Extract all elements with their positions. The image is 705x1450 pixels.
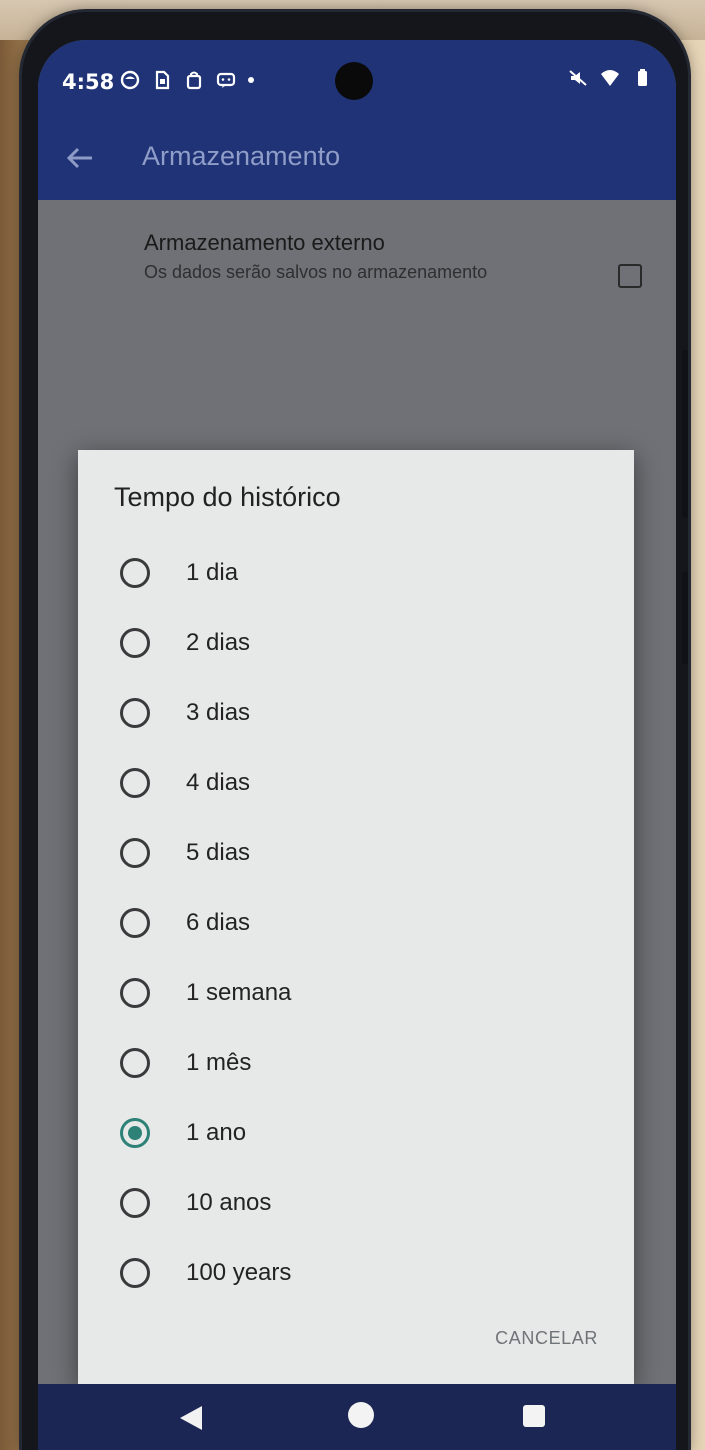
wifi-icon	[600, 68, 620, 88]
battery-icon	[632, 68, 652, 88]
option-1-ano[interactable]: 1 ano	[78, 1100, 634, 1166]
arrow-left-icon[interactable]	[64, 142, 96, 174]
side-button	[682, 350, 688, 444]
notification-app-icon	[120, 70, 140, 90]
recents-icon[interactable]	[523, 1405, 545, 1427]
side-button	[682, 442, 688, 518]
more-notifications-dot-icon	[248, 77, 254, 83]
option-label: 3 dias	[186, 699, 251, 726]
option-3-dias[interactable]: 3 dias	[78, 680, 634, 746]
radio-button[interactable]	[120, 698, 150, 728]
phone-frame: 4:58 Armazenamento Armazenamento externo…	[22, 12, 688, 1450]
preference-summary: Os dados serão salvos no armazenamento	[144, 262, 488, 282]
mute-icon	[568, 68, 588, 88]
option-100-years[interactable]: 100 years	[78, 1240, 634, 1306]
front-camera	[335, 62, 373, 100]
radio-button[interactable]	[120, 628, 150, 658]
shopping-bag-icon	[184, 70, 204, 90]
radio-button[interactable]	[120, 978, 150, 1008]
back-icon[interactable]	[180, 1406, 202, 1430]
option-label: 4 dias	[186, 769, 251, 796]
status-icons-left	[120, 70, 254, 90]
option-label: 1 semana	[186, 979, 292, 1006]
radio-button[interactable]	[120, 1258, 150, 1288]
option-label: 1 mês	[186, 1049, 252, 1076]
history-time-dialog: Tempo do histórico 1 dia 2 dias 3 dias 4…	[78, 450, 634, 1385]
option-4-dias[interactable]: 4 dias	[78, 750, 634, 816]
sim-card-icon	[152, 70, 172, 90]
option-label: 5 dias	[186, 839, 251, 866]
option-1-dia[interactable]: 1 dia	[78, 540, 634, 606]
radio-button[interactable]	[120, 558, 150, 588]
radio-button[interactable]	[120, 1048, 150, 1078]
option-5-dias[interactable]: 5 dias	[78, 820, 634, 886]
cancel-button[interactable]: CANCELAR	[495, 1328, 598, 1349]
radio-button-selected[interactable]	[120, 1118, 150, 1148]
option-1-mes[interactable]: 1 mês	[78, 1030, 634, 1096]
preference-checkbox[interactable]	[618, 264, 642, 288]
option-label: 2 dias	[186, 629, 251, 656]
screen: 4:58 Armazenamento Armazenamento externo…	[38, 40, 676, 1450]
option-label: 6 dias	[186, 909, 251, 936]
option-1-semana[interactable]: 1 semana	[78, 960, 634, 1026]
radio-button[interactable]	[120, 838, 150, 868]
option-10-anos[interactable]: 10 anos	[78, 1170, 634, 1236]
radio-button[interactable]	[120, 1188, 150, 1218]
app-bar: Armazenamento	[38, 116, 676, 200]
preference-title: Armazenamento externo	[144, 230, 385, 255]
option-2-dias[interactable]: 2 dias	[78, 610, 634, 676]
message-icon	[216, 70, 236, 90]
navigation-bar	[38, 1384, 676, 1450]
home-icon[interactable]	[348, 1402, 374, 1428]
status-icons-right	[568, 68, 652, 88]
settings-content: Armazenamento externo Os dados serão sal…	[38, 200, 676, 1385]
option-label: 1 dia	[186, 559, 239, 586]
radio-button[interactable]	[120, 908, 150, 938]
status-time: 4:58	[62, 70, 115, 94]
side-button	[682, 572, 688, 664]
status-bar: 4:58	[38, 40, 676, 116]
option-6-dias[interactable]: 6 dias	[78, 890, 634, 956]
option-label: 10 anos	[186, 1189, 272, 1216]
option-label: 1 ano	[186, 1119, 247, 1146]
page-title: Armazenamento	[142, 141, 341, 171]
dialog-title: Tempo do histórico	[114, 482, 341, 512]
option-label: 100 years	[186, 1259, 292, 1286]
radio-button[interactable]	[120, 768, 150, 798]
